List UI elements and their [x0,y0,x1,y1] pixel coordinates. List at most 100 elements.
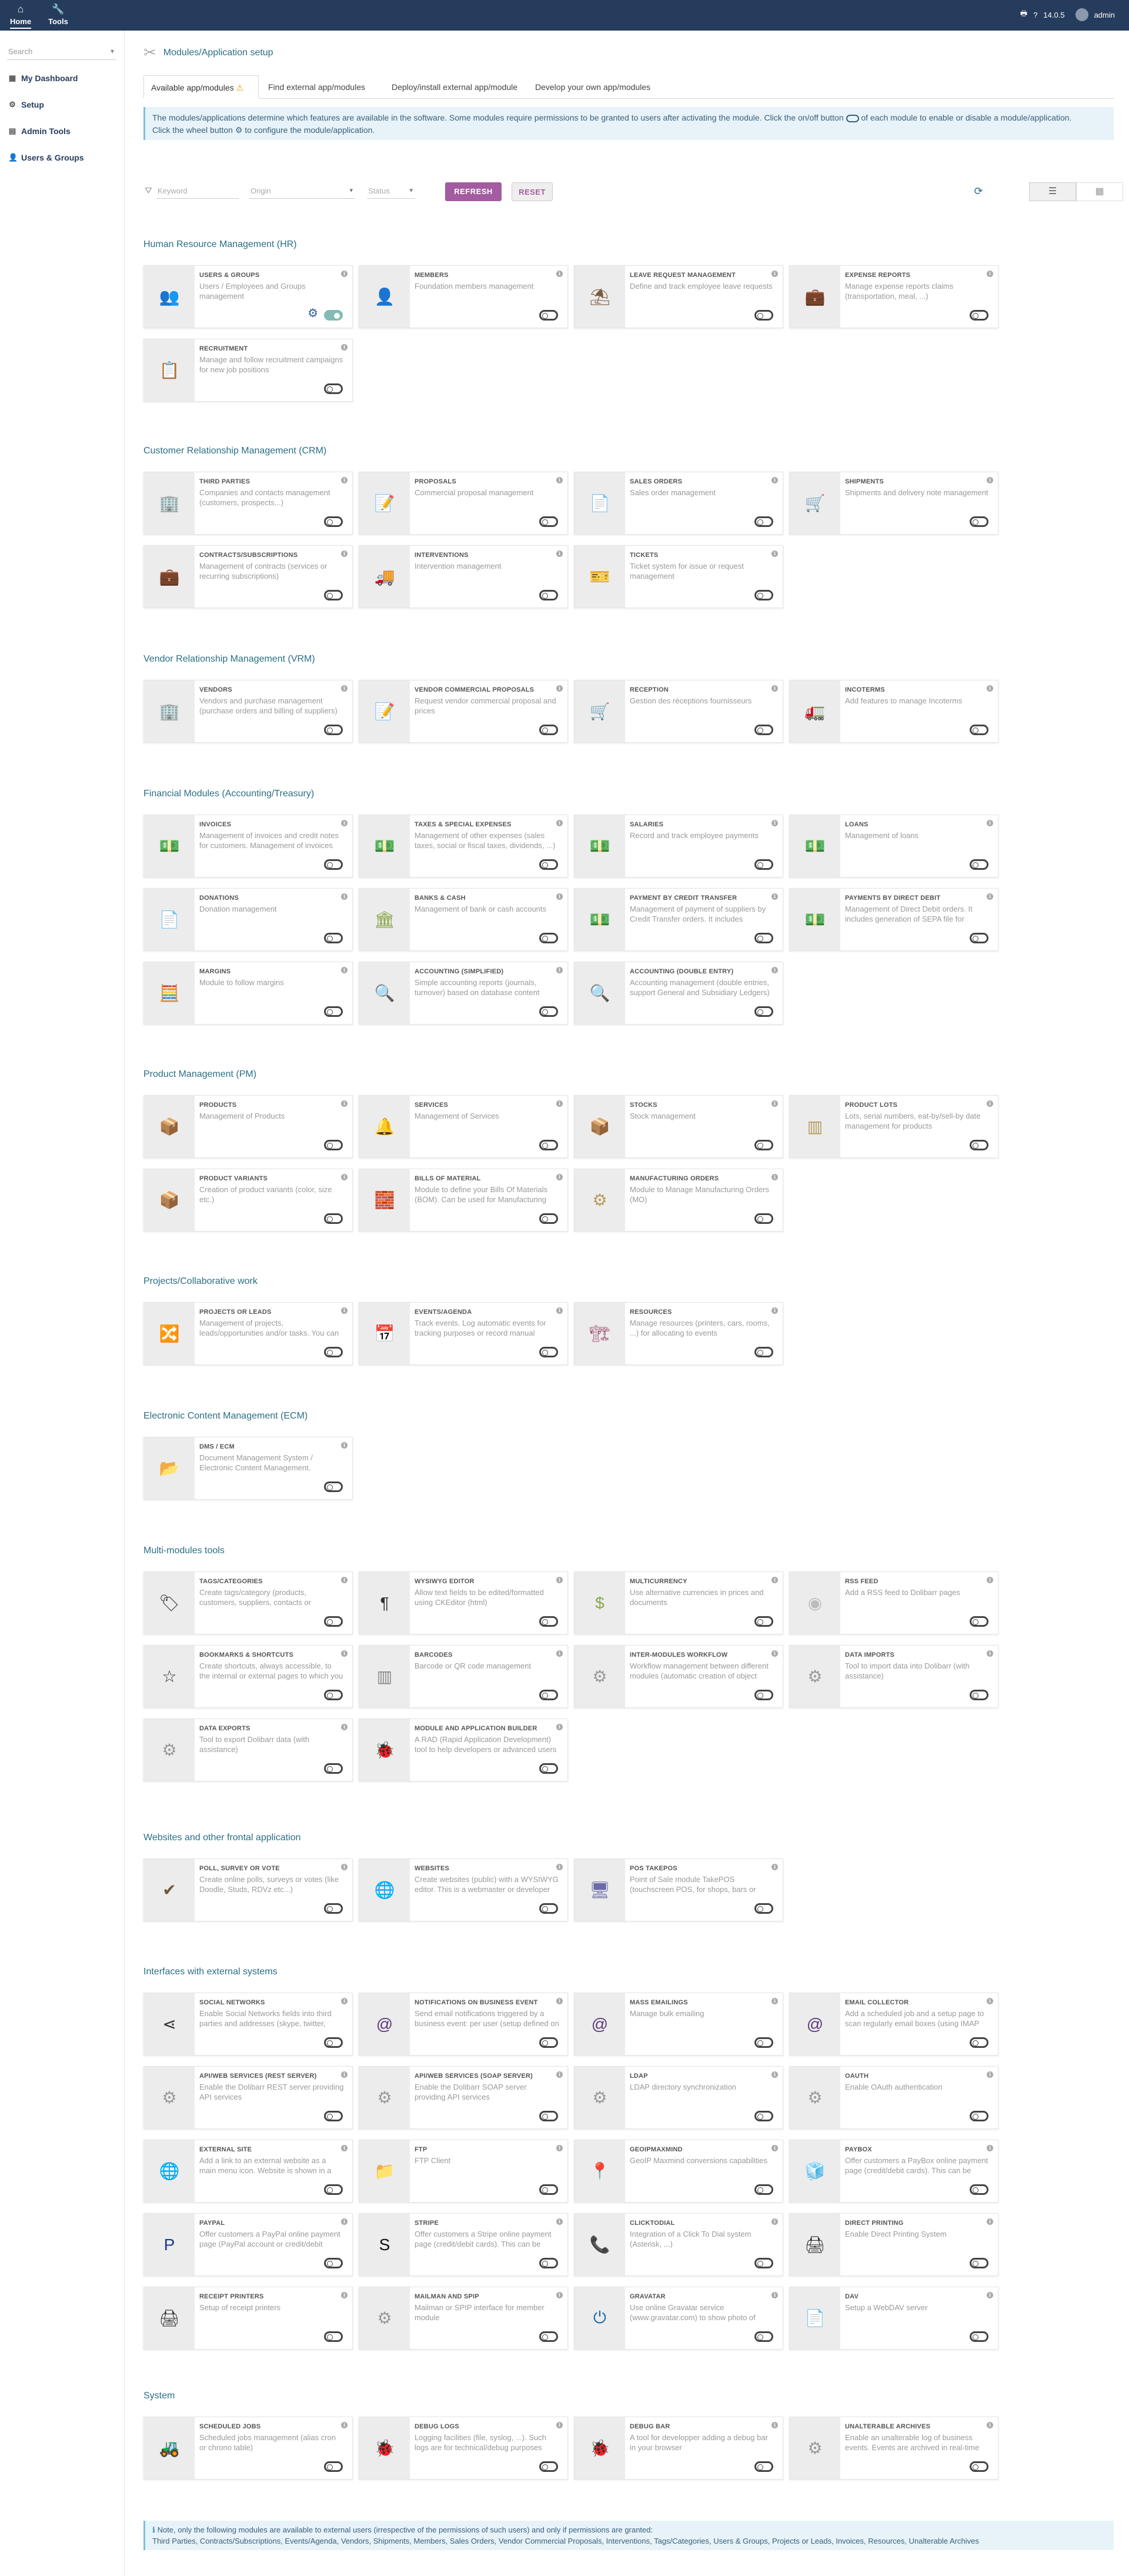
module-toggle[interactable] [970,2184,988,2195]
info-icon[interactable]: i [341,1307,348,1314]
module-toggle[interactable] [324,516,343,527]
info-icon[interactable]: i [556,2422,563,2428]
module-toggle[interactable] [324,1140,343,1150]
info-icon[interactable]: i [341,1724,348,1730]
module-toggle[interactable] [539,1903,558,1914]
module-toggle[interactable] [324,1347,343,1357]
info-icon[interactable]: i [556,1307,563,1314]
tab-find-external[interactable]: Find external app/modules [261,75,372,99]
module-toggle[interactable] [324,933,343,943]
info-icon[interactable]: i [556,1724,563,1730]
topnav-home[interactable]: ⌂ Home [0,0,41,31]
info-icon[interactable]: i [341,1174,348,1180]
module-toggle[interactable] [324,310,343,321]
module-toggle[interactable] [539,2037,558,2048]
info-icon[interactable]: i [556,820,563,826]
info-icon[interactable]: i [771,1307,778,1314]
module-toggle[interactable] [970,1140,988,1150]
reset-button[interactable]: RESET [512,182,553,201]
module-toggle[interactable] [754,1006,773,1017]
info-icon[interactable]: i [987,2218,993,2225]
info-icon[interactable]: i [341,1998,348,2004]
module-toggle[interactable] [970,2258,988,2268]
info-icon[interactable]: i [556,967,563,973]
module-toggle[interactable] [324,1481,343,1492]
module-toggle[interactable] [539,1347,558,1357]
info-icon[interactable]: i [987,477,993,483]
module-toggle[interactable] [970,1690,988,1700]
module-toggle[interactable] [754,2111,773,2121]
module-toggle[interactable] [970,2331,988,2342]
module-toggle[interactable] [539,590,558,600]
module-toggle[interactable] [539,516,558,527]
info-icon[interactable]: i [341,893,348,900]
module-toggle[interactable] [539,1690,558,1700]
module-toggle[interactable] [324,383,343,394]
print-icon[interactable]: 🖶 [1020,8,1027,21]
info-icon[interactable]: i [771,1577,778,1583]
info-icon[interactable]: i [987,1577,993,1583]
info-icon[interactable]: i [341,2292,348,2298]
module-toggle[interactable] [970,2037,988,2048]
info-icon[interactable]: i [771,1174,778,1180]
info-icon[interactable]: i [987,2292,993,2298]
info-icon[interactable]: i [987,1100,993,1107]
info-icon[interactable]: i [771,1650,778,1657]
info-icon[interactable]: i [771,685,778,692]
module-toggle[interactable] [754,1347,773,1357]
module-toggle[interactable] [539,2331,558,2342]
module-toggle[interactable] [324,1616,343,1627]
sidebar-item-setup[interactable]: ⚙ Setup [8,100,44,109]
avatar[interactable] [1075,8,1088,21]
info-icon[interactable]: i [556,1998,563,2004]
info-icon[interactable]: i [341,820,348,826]
module-toggle[interactable] [754,2037,773,2048]
info-icon[interactable]: i [341,2145,348,2151]
topnav-tools[interactable]: 🔧 Tools [38,0,79,31]
list-view-icon[interactable]: ☰ [1029,182,1076,201]
module-toggle[interactable] [539,1616,558,1627]
info-icon[interactable]: i [771,2145,778,2151]
module-toggle[interactable] [754,859,773,870]
info-icon[interactable]: i [341,1100,348,1107]
info-icon[interactable]: i [556,1577,563,1583]
info-icon[interactable]: i [556,550,563,557]
info-icon[interactable]: i [987,1998,993,2004]
module-toggle[interactable] [754,2184,773,2195]
module-toggle[interactable] [754,1213,773,1224]
module-toggle[interactable] [754,310,773,321]
module-toggle[interactable] [754,2331,773,2342]
info-icon[interactable]: i [556,2145,563,2151]
module-toggle[interactable] [970,310,988,321]
module-toggle[interactable] [324,2331,343,2342]
module-toggle[interactable] [754,2258,773,2268]
info-icon[interactable]: i [341,2218,348,2225]
info-icon[interactable]: i [341,550,348,557]
info-icon[interactable]: i [341,477,348,483]
module-toggle[interactable] [539,1763,558,1774]
info-icon[interactable]: i [341,271,348,277]
module-toggle[interactable] [324,725,343,735]
module-toggle[interactable] [324,2258,343,2268]
info-icon[interactable]: i [556,1864,563,1870]
module-toggle[interactable] [539,310,558,321]
info-icon[interactable]: i [341,685,348,692]
module-toggle[interactable] [324,1213,343,1224]
module-toggle[interactable] [324,2461,343,2472]
info-icon[interactable]: i [771,2218,778,2225]
info-icon[interactable]: i [556,271,563,277]
module-toggle[interactable] [539,859,558,870]
info-icon[interactable]: i [771,893,778,900]
info-icon[interactable]: i [771,2422,778,2428]
info-icon[interactable]: i [987,1650,993,1657]
module-toggle[interactable] [970,725,988,735]
origin-select[interactable]: Origin ▾ [249,185,355,199]
module-toggle[interactable] [754,516,773,527]
info-icon[interactable]: i [556,1174,563,1180]
module-toggle[interactable] [539,1006,558,1017]
module-toggle[interactable] [324,1006,343,1017]
module-toggle[interactable] [754,1616,773,1627]
info-icon[interactable]: i [341,1864,348,1870]
gear-icon[interactable]: ⚙ [308,306,318,321]
info-icon[interactable]: i [987,2145,993,2151]
